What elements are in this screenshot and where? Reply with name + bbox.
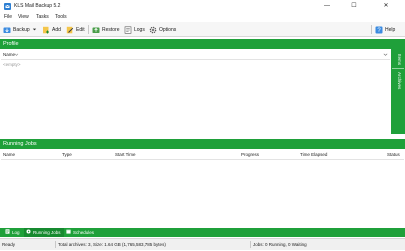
menu-tools[interactable]: Tools (55, 13, 67, 22)
jobs-column-type[interactable]: Type (62, 151, 72, 158)
jobs-column-time-elapsed[interactable]: Time Elapsed (300, 151, 327, 158)
header-divider (1, 59, 390, 60)
help-label: Help (385, 26, 396, 33)
logs-label: Logs (134, 26, 145, 33)
toolbar-divider (88, 25, 89, 34)
jobs-column-name[interactable]: Name (3, 151, 15, 158)
chevron-down-icon[interactable] (32, 27, 37, 32)
logs-icon (124, 26, 132, 34)
tab-running-jobs[interactable]: Running Jobs (24, 228, 64, 237)
close-button[interactable]: ✕ (375, 0, 397, 13)
tab-log[interactable]: Log (3, 228, 23, 237)
column-chooser-icon[interactable] (383, 52, 388, 59)
add-icon (42, 26, 50, 34)
profile-panel-header: Profile (0, 39, 405, 49)
backup-button[interactable]: Backup (3, 23, 37, 36)
sort-indicator-icon (14, 52, 19, 59)
status-divider (250, 241, 251, 248)
status-divider (55, 241, 56, 248)
schedules-icon (66, 228, 71, 237)
menu-file[interactable]: File (4, 13, 12, 22)
tab-archives[interactable]: Archives (397, 72, 402, 89)
tab-log-label: Log (12, 230, 20, 235)
profile-empty-text: <empty> (3, 62, 21, 67)
tab-items[interactable]: Items (397, 54, 402, 65)
running-jobs-icon (26, 228, 31, 237)
menu-tasks[interactable]: Tasks (36, 13, 49, 22)
add-button[interactable]: Add (42, 23, 61, 36)
maximize-button[interactable]: ☐ (343, 0, 365, 13)
logs-button[interactable]: Logs (124, 23, 145, 36)
edit-button[interactable]: Edit (66, 23, 85, 36)
edit-label: Edit (76, 26, 85, 33)
gear-icon (149, 26, 157, 34)
running-jobs-panel-header: Running Jobs (0, 139, 405, 149)
minimize-button[interactable]: — (316, 0, 338, 13)
toolbar: Backup Add Edit Restore Logs Options ? H… (0, 22, 405, 37)
status-archives: Total archives: 3, Size: 1.64 GB (1,765,… (58, 242, 166, 247)
add-label: Add (52, 26, 61, 33)
toolbar-divider (371, 25, 372, 34)
backup-label: Backup (13, 26, 30, 33)
bottom-tab-bar: Log Running Jobs Schedules (0, 228, 405, 237)
jobs-column-progress[interactable]: Progress (241, 151, 259, 158)
running-jobs-list: Name Type Start Time Progress Time Elaps… (0, 149, 405, 227)
side-tab-strip: Items Archives (391, 48, 405, 134)
edit-icon (66, 26, 74, 34)
restore-label: Restore (102, 26, 120, 33)
status-ready: Ready (2, 242, 16, 247)
title-bar: KLS Mail Backup 5.2 — ☐ ✕ (0, 0, 405, 13)
window-title: KLS Mail Backup 5.2 (14, 3, 61, 9)
status-jobs: Jobs: 0 Running, 0 Waiting (253, 242, 307, 247)
jobs-column-status[interactable]: Status (387, 151, 400, 158)
options-button[interactable]: Options (149, 23, 176, 36)
tab-schedules-label: Schedules (73, 230, 95, 235)
restore-icon (92, 26, 100, 34)
tab-divider (392, 68, 404, 69)
options-label: Options (159, 26, 177, 33)
log-icon (5, 228, 10, 237)
tab-running-jobs-label: Running Jobs (33, 230, 61, 235)
menu-bar: File View Tasks Tools (0, 13, 405, 22)
app-logo-icon (4, 3, 11, 10)
restore-button[interactable]: Restore (92, 23, 120, 36)
jobs-column-start-time[interactable]: Start Time (115, 151, 136, 158)
status-bar: Ready Total archives: 3, Size: 1.64 GB (… (0, 238, 405, 250)
menu-view[interactable]: View (18, 13, 29, 22)
profile-list: Name <empty> (0, 49, 391, 135)
help-button[interactable]: ? Help (375, 23, 395, 36)
header-divider (1, 159, 404, 160)
help-icon: ? (375, 26, 383, 34)
backup-icon (3, 26, 11, 34)
tab-schedules[interactable]: Schedules (64, 228, 97, 237)
